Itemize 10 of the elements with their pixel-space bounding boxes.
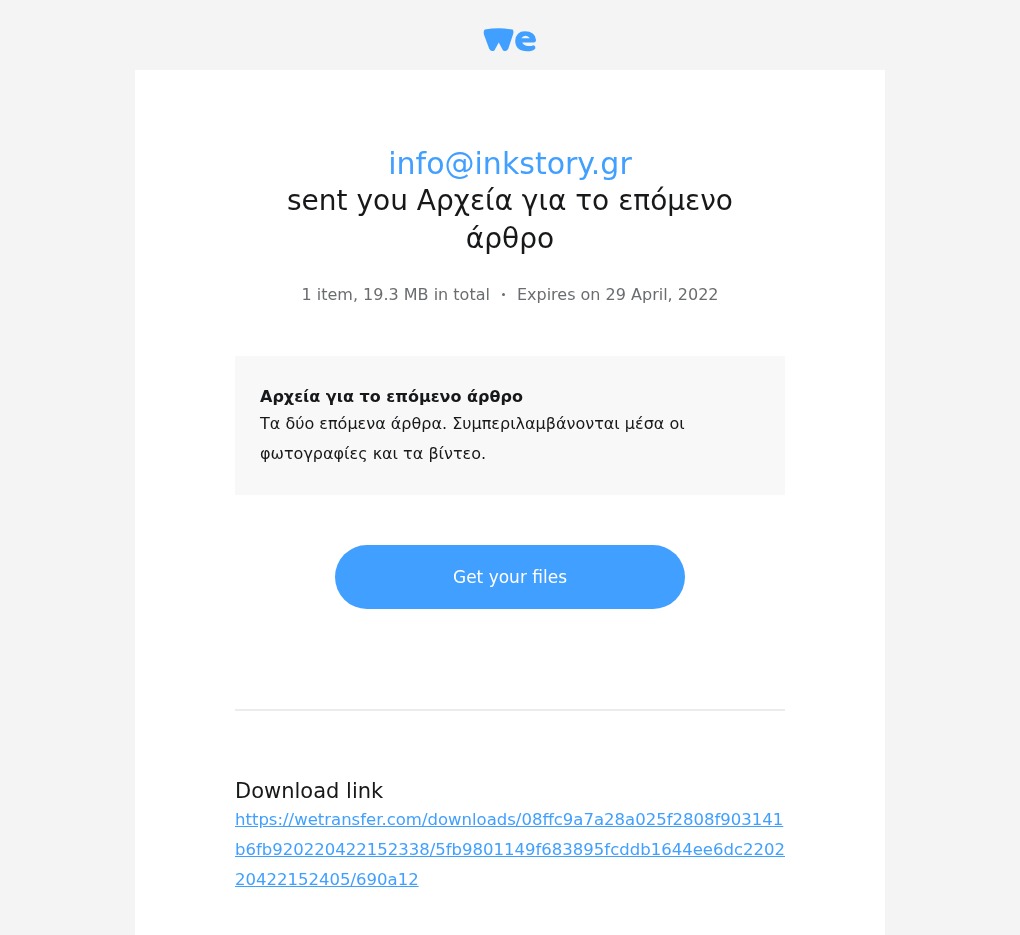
message-text: Τα δύο επόμενα άρθρα. Συμπεριλαμβάνονται μέσα οι φωτογραφίες και τα βίντεο. <box>260 413 686 465</box>
transfer-info: 1 item, 19.3 MB in total <box>301 285 490 304</box>
separator-dot <box>501 293 505 296</box>
sender-email: info@inkstory.gr <box>388 146 632 182</box>
download-heading: Download link <box>235 778 384 805</box>
transfer-info: Expires on 29 April, 2022 <box>516 285 719 304</box>
transfer-title: sent you Αρχεία για το επόμενο άρθρο <box>286 183 734 257</box>
download-link[interactable]: https://wetransfer.com/downloads/08ffc9a7a28a025f2808f903141b6fb920220422152338/5fb9801149f683895fcddb1644ee6dc220220422152405/690a12 <box>235 805 785 895</box>
get-files-button[interactable]: Get your files <box>335 545 685 609</box>
message-title: Αρχεία για το επόμενο άρθρο <box>260 386 524 408</box>
